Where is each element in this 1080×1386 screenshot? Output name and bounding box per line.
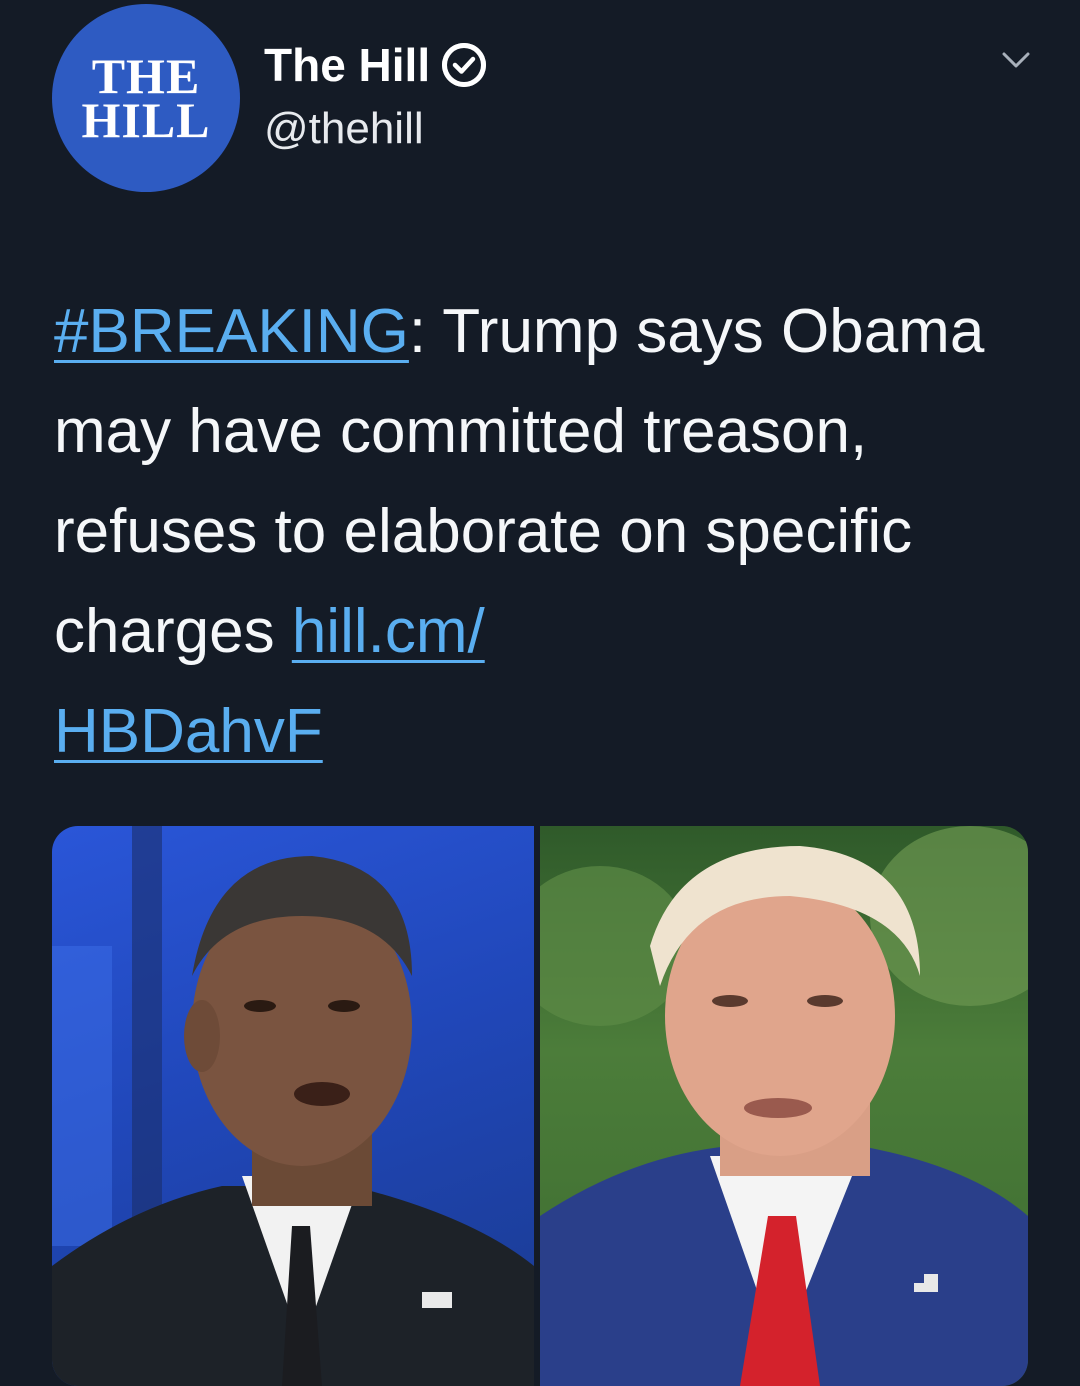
hashtag-link[interactable]: #BREAKING [54, 297, 409, 366]
photo-left-illustration [52, 826, 534, 1386]
photo-left[interactable] [52, 826, 534, 1386]
chevron-down-icon[interactable] [1000, 48, 1032, 72]
account-handle[interactable]: @thehill [264, 104, 424, 154]
url-link-part2[interactable]: HBDahvF [54, 697, 323, 766]
tweet-text: #BREAKING: Trump says Obama may have com… [54, 282, 1014, 782]
account-name-row: The Hill [264, 38, 487, 92]
photo-right-illustration [540, 826, 1028, 1386]
display-name[interactable]: The Hill [264, 38, 430, 92]
url-link-part1[interactable]: hill.cm/ [292, 597, 485, 666]
avatar[interactable]: THE HILL [52, 4, 240, 192]
tweet-media[interactable] [52, 826, 1028, 1386]
verified-badge-icon [442, 43, 487, 87]
avatar-text-line2: HILL [81, 92, 211, 148]
photo-right[interactable] [540, 826, 1028, 1386]
